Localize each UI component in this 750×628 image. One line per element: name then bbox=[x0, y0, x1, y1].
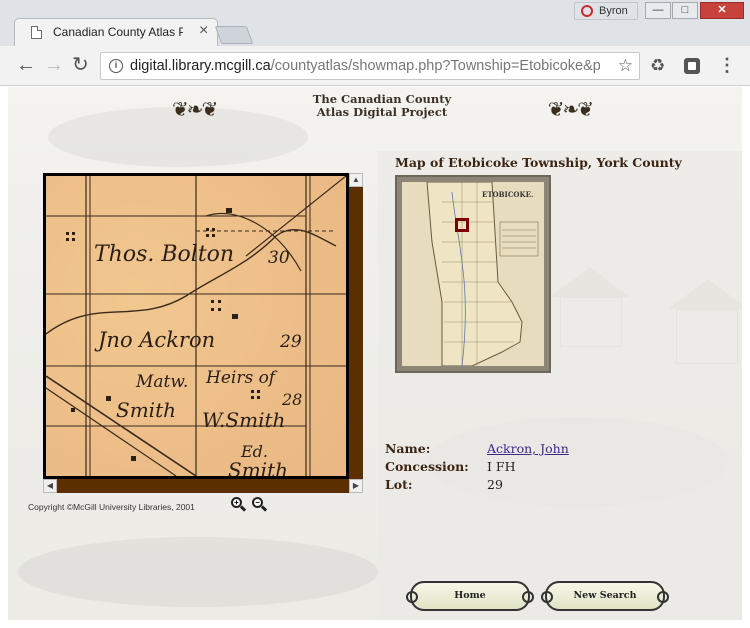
profile-icon bbox=[581, 5, 593, 17]
zoom-in-icon[interactable]: + bbox=[231, 497, 247, 513]
map-label: Heirs of bbox=[206, 368, 276, 388]
map-linework bbox=[46, 176, 346, 476]
tab-close-icon[interactable]: × bbox=[199, 22, 208, 40]
profile-name: Byron bbox=[599, 5, 628, 17]
url-text[interactable]: digital.library.mcgill.ca/countyatlas/sh… bbox=[130, 58, 600, 74]
recycle-extension-icon[interactable]: ♻ bbox=[650, 56, 665, 76]
lot-value: 29 bbox=[487, 477, 503, 492]
zoom-out-icon[interactable]: − bbox=[252, 497, 268, 513]
map-label: Smith bbox=[228, 458, 288, 479]
minimize-button[interactable]: — bbox=[645, 2, 671, 19]
scroll-right-icon[interactable]: ▶ bbox=[349, 479, 363, 493]
page-content: ❦❧❦ The Canadian County Atlas Digital Pr… bbox=[8, 87, 742, 620]
map-label: 30 bbox=[268, 248, 290, 268]
background-smoke bbox=[18, 537, 378, 607]
info-row-concession: Concession: I FH bbox=[385, 459, 705, 477]
thumbnail-title: ETOBICOKE. bbox=[482, 190, 534, 199]
close-window-button[interactable]: ✕ bbox=[700, 2, 744, 19]
new-search-button[interactable]: New Search bbox=[541, 581, 669, 611]
concession-label: Concession: bbox=[385, 459, 469, 474]
page-icon bbox=[31, 26, 42, 39]
back-icon[interactable]: ← bbox=[16, 55, 36, 75]
map-label: Jno Ackron bbox=[98, 328, 216, 352]
lot-info: Name: Ackron, John Concession: I FH Lot:… bbox=[385, 441, 705, 495]
site-title: The Canadian County Atlas Digital Projec… bbox=[312, 92, 452, 119]
extension-icon[interactable] bbox=[684, 58, 700, 74]
details-panel: Map of Etobicoke Township, York County E… bbox=[378, 151, 742, 620]
map-vertical-scrollbar[interactable]: ▲ bbox=[349, 173, 363, 479]
ornament-right: ❦❧❦ bbox=[547, 97, 594, 121]
info-row-lot: Lot: 29 bbox=[385, 477, 705, 495]
map-label: W.Smith bbox=[202, 408, 286, 432]
site-header: ❦❧❦ The Canadian County Atlas Digital Pr… bbox=[172, 91, 594, 122]
home-button[interactable]: Home bbox=[406, 581, 534, 611]
copyright-notice: Copyright ©McGill University Libraries, … bbox=[28, 502, 195, 512]
map-label: Matw. bbox=[136, 372, 189, 392]
map-label: 29 bbox=[280, 332, 302, 352]
browser-tab[interactable]: Canadian County Atlas P × bbox=[14, 18, 218, 46]
new-tab-button[interactable] bbox=[214, 26, 254, 44]
forward-icon[interactable]: → bbox=[44, 55, 64, 75]
map-label: Thos. Bolton bbox=[94, 242, 235, 267]
profile-button[interactable]: Byron bbox=[574, 2, 638, 20]
ornament-left: ❦❧❦ bbox=[172, 97, 218, 121]
tab-title: Canadian County Atlas P bbox=[53, 25, 183, 39]
info-row-name: Name: Ackron, John bbox=[385, 441, 705, 459]
browser-menu-icon[interactable]: ⋮ bbox=[718, 55, 736, 76]
thumbnail-linework bbox=[426, 181, 539, 367]
map-viewer[interactable]: Thos. Bolton 30 Jno Ackron 29 Matw. Smit… bbox=[43, 173, 349, 479]
map-label: Smith bbox=[116, 398, 176, 422]
thumbnail-map: ETOBICOKE. bbox=[402, 181, 544, 367]
site-info-icon[interactable]: i bbox=[109, 59, 123, 73]
maximize-button[interactable]: □ bbox=[672, 2, 698, 19]
lot-label: Lot: bbox=[385, 477, 413, 492]
reload-icon[interactable]: ↻ bbox=[72, 55, 89, 75]
bookmark-star-icon[interactable]: ☆ bbox=[618, 56, 633, 76]
scroll-left-icon[interactable]: ◀ bbox=[43, 479, 57, 493]
owner-name-link[interactable]: Ackron, John bbox=[487, 441, 569, 456]
browser-toolbar: ← → ↻ i digital.library.mcgill.ca/county… bbox=[0, 46, 750, 86]
map-horizontal-scrollbar[interactable]: ◀ ▶ bbox=[43, 479, 363, 493]
concession-value: I FH bbox=[487, 459, 516, 474]
map-label: 28 bbox=[282, 390, 303, 409]
address-bar[interactable]: i digital.library.mcgill.ca/countyatlas/… bbox=[100, 52, 640, 80]
township-thumbnail[interactable]: ETOBICOKE. bbox=[395, 175, 551, 373]
scroll-up-icon[interactable]: ▲ bbox=[349, 173, 363, 187]
browser-titlebar: Canadian County Atlas P × Byron — □ ✕ bbox=[0, 0, 750, 46]
location-marker bbox=[455, 218, 469, 232]
name-label: Name: bbox=[385, 441, 431, 456]
map-title: Map of Etobicoke Township, York County bbox=[395, 155, 682, 170]
